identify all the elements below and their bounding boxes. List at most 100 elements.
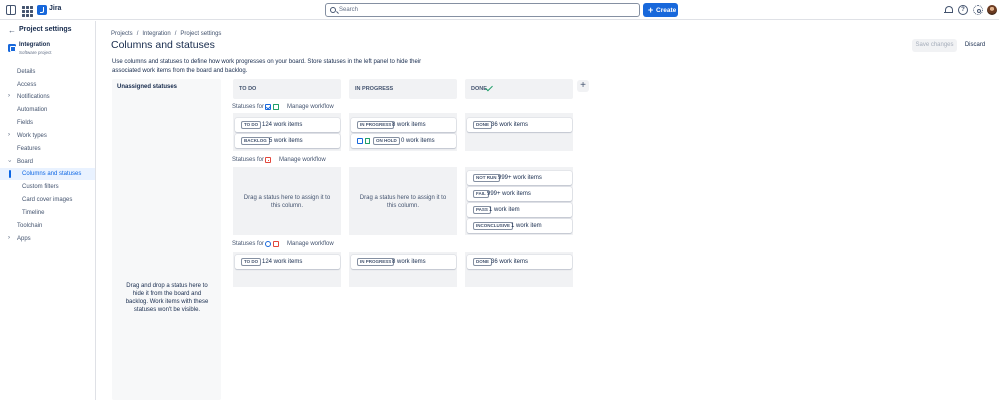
page-description: Use columns and statuses to define how w… [112,59,422,74]
status-lozenge: IN PROGRESS [357,258,395,266]
user-avatar[interactable] [987,5,997,15]
sidebar-item-work-types[interactable]: › Work types [0,130,95,142]
sidebar-item-label: Details [17,69,36,75]
sidebar-item-details[interactable]: Details [0,66,95,78]
status-card[interactable]: IN PROGRESS 8 work items [351,255,456,269]
breadcrumb-projects[interactable]: Projects [111,31,133,37]
column-title: DONE [471,86,487,92]
sidebar-item-custom-filters[interactable]: Custom filters [0,181,95,193]
workflow-label: Statuses for [232,104,265,110]
sidebar-item-access[interactable]: Access [0,79,95,91]
project-settings-sidebar: ← Project settings Integration Software … [0,21,96,400]
manage-workflow-link[interactable]: Manage workflow [279,157,326,163]
search-input[interactable]: Search [325,3,640,17]
workflow-label: Statuses for [232,157,265,163]
status-card[interactable]: PASS 1 work item [467,203,572,217]
unassigned-statuses-panel[interactable]: Unassigned statuses Drag and drop a stat… [112,79,221,400]
page-title: Columns and statuses [111,39,215,51]
status-card[interactable]: TO DO 124 work items [235,255,340,269]
top-navigation: Jira Search + Create ? [0,0,999,20]
project-type: Software project [19,50,52,55]
sidebar-item-timeline[interactable]: Timeline [0,207,95,219]
status-card[interactable]: IN PROGRESS 8 work items [351,118,456,132]
sidebar-item-label: Features [17,146,41,152]
manage-workflow-link[interactable]: Manage workflow [287,241,334,247]
sidebar-item-label: Timeline [22,210,45,216]
sidebar-title: Project settings [19,26,72,33]
breadcrumb-integration[interactable]: Integration [142,31,170,37]
sidebar-item-label: Toolchain [17,223,43,229]
task-type-icon [357,138,363,144]
status-lozenge: BACKLOG [241,137,270,145]
chevron-right-icon: › [8,132,10,138]
status-card[interactable]: DONE 36 work items [467,255,572,269]
sidebar-item-apps[interactable]: › Apps [0,233,95,245]
status-card[interactable]: INCONCLUSIVE 1 work item [467,219,572,233]
sidebar-item-label: Board [17,159,34,165]
work-item-count: 124 work items [262,122,303,128]
sidebar-item-label: Access [17,82,37,88]
column-header-todo[interactable]: TO DO [233,79,341,99]
manage-workflow-link[interactable]: Manage workflow [287,104,334,110]
story-type-icon [273,104,279,110]
status-card[interactable]: DONE 36 work items [467,118,572,132]
work-item-count: 5 work items [269,138,303,144]
column-title: IN PROGRESS [355,86,394,92]
search-icon [330,6,336,13]
sidebar-item-label: Custom filters [22,184,59,190]
help-icon[interactable]: ? [958,5,968,15]
status-lozenge: ON HOLD [373,137,400,145]
work-item-count: 124 work items [262,259,303,265]
sidebar-item-notifications[interactable]: › Notifications [0,91,95,103]
discard-button[interactable]: Discard [960,39,990,52]
sidebar-item-automation[interactable]: Automation [0,104,95,116]
settings-gear-icon[interactable] [973,5,983,15]
status-lozenge: IN PROGRESS [357,121,395,129]
sidebar-item-card-cover-images[interactable]: Card cover images [0,194,95,206]
column-title: TO DO [239,86,257,92]
column-header-in-progress[interactable]: IN PROGRESS [349,79,457,99]
work-item-count: 8 work items [392,259,426,265]
status-card[interactable]: NOT RUN 999+ work items [467,171,572,185]
workflow-label: Statuses for [232,241,265,247]
sidebar-item-label: Fields [17,120,34,126]
create-button[interactable]: + Create [643,3,678,17]
status-card[interactable]: TO DO 124 work items [235,118,340,132]
brand-name[interactable]: Jira [49,5,61,12]
create-button-label: Create [656,6,677,14]
jira-logo-icon[interactable] [37,5,47,15]
subtask-type-icon [265,241,271,247]
sidebar-item-toolchain[interactable]: Toolchain [0,220,95,232]
work-item-count: 999+ work items [498,175,542,181]
sidebar-item-columns-and-statuses[interactable]: Columns and statuses [0,168,95,180]
work-item-count: 36 work items [491,122,529,128]
status-lozenge: INCONCLUSIVE [473,222,514,230]
status-card[interactable]: ON HOLD 0 work items [351,134,456,148]
sidebar-item-label: Work types [17,133,47,139]
column-header-done[interactable]: DONE [465,79,573,99]
unassigned-statuses-message: Drag and drop a status here to hide it f… [125,283,209,313]
search-placeholder: Search [339,7,359,13]
status-card[interactable]: FAIL 999+ work items [467,187,572,201]
back-arrow-icon[interactable]: ← [8,26,16,35]
add-column-button[interactable]: + [577,80,589,92]
work-item-count: 0 work items [401,138,435,144]
sidebar-toggle-icon[interactable] [6,5,16,15]
status-lozenge: NOT RUN [473,174,500,182]
save-changes-button[interactable]: Save changes [912,39,957,52]
bug-type-icon [273,241,279,247]
status-card[interactable]: BACKLOG 5 work items [235,134,340,148]
sidebar-item-fields[interactable]: Fields [0,117,95,129]
sidebar-item-label: Notifications [17,94,50,100]
sidebar-item-board[interactable]: › Board [0,156,95,168]
sidebar-item-label: Automation [17,107,48,113]
project-icon [8,44,16,52]
sidebar-item-features[interactable]: Features [0,143,95,155]
drop-placeholder-message: Drag a status here to assign it to this … [359,195,447,209]
app-switcher-icon[interactable] [21,5,33,17]
breadcrumb: Projects / Integration / Project settings [111,31,222,37]
task-type-icon [265,104,271,110]
chevron-down-icon: › [6,160,12,162]
notifications-bell-icon[interactable] [943,5,953,15]
breadcrumb-project-settings[interactable]: Project settings [180,31,221,37]
